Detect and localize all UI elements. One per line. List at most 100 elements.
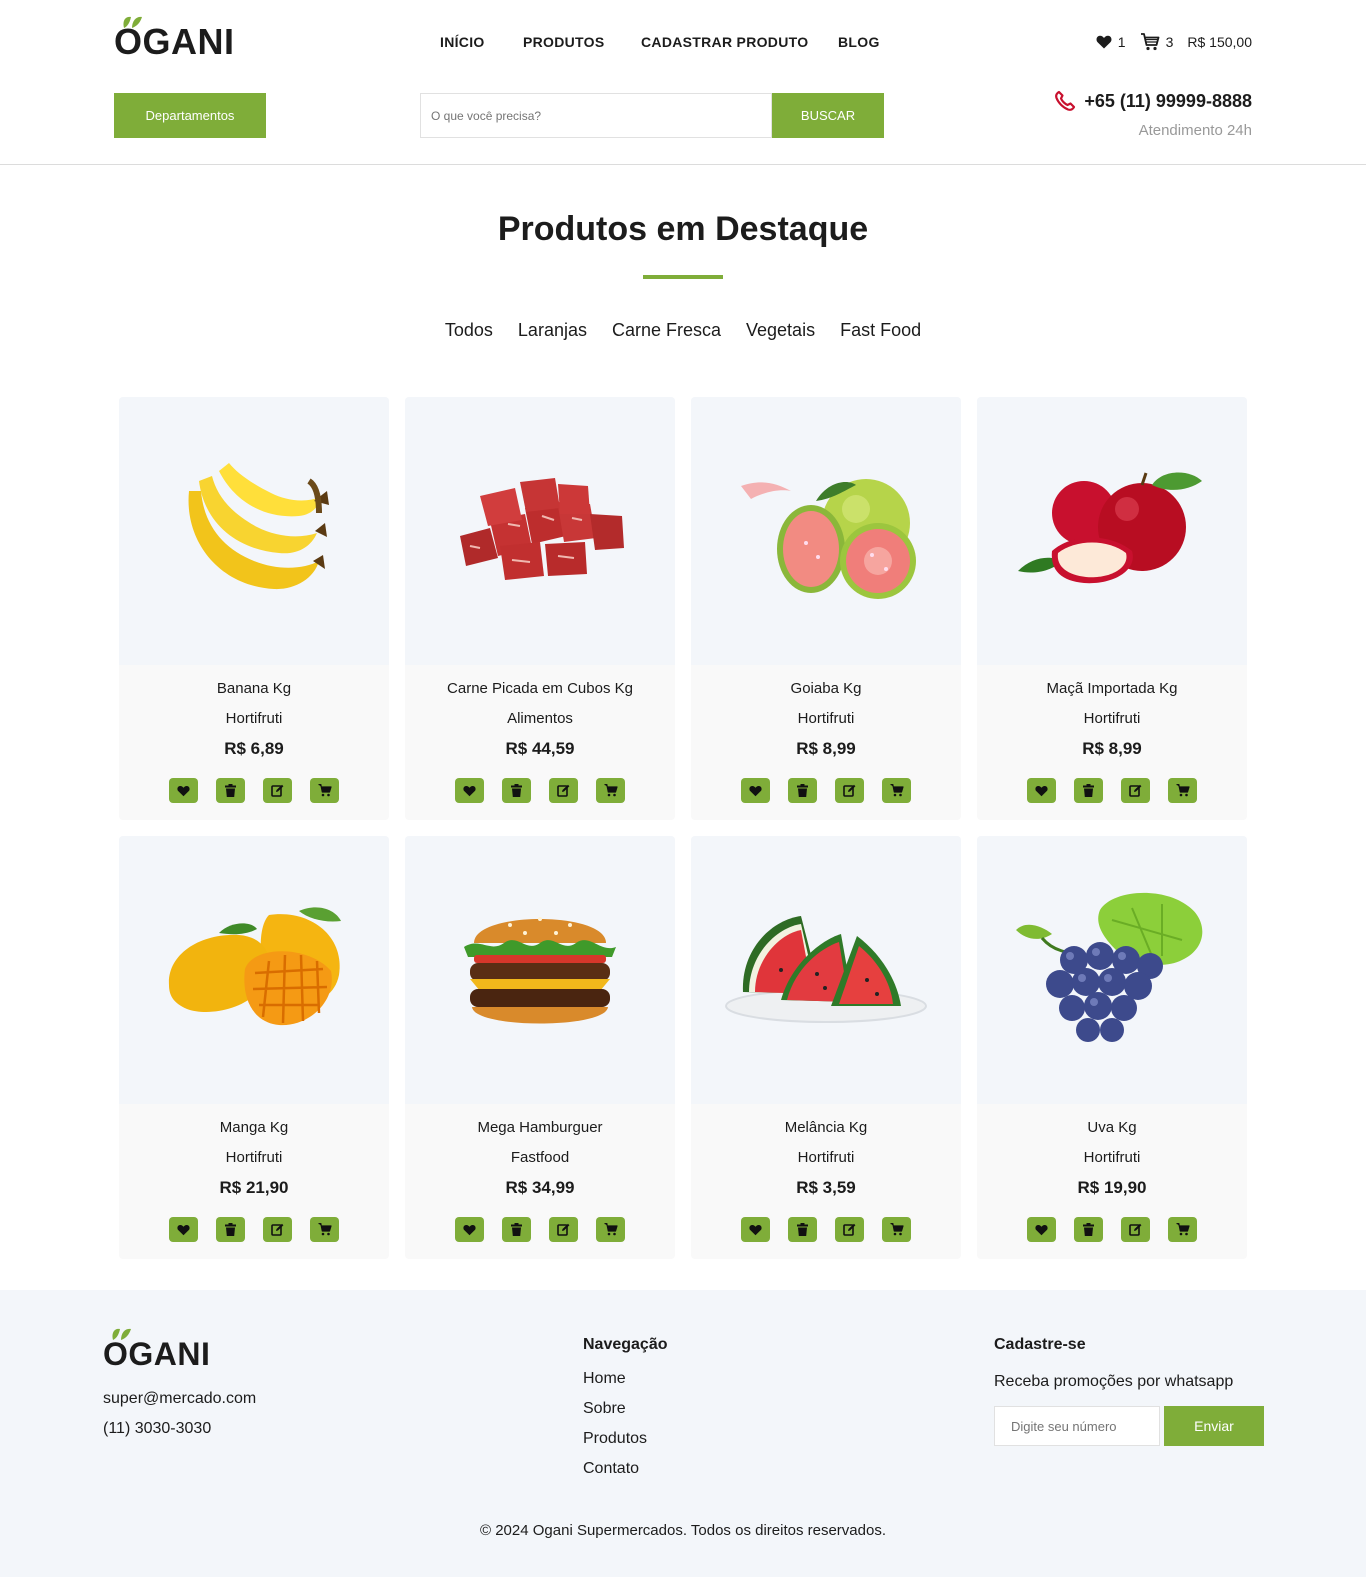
product-image[interactable] [977,836,1247,1104]
product-name[interactable]: Banana Kg [119,679,389,699]
phone-support: +65 (11) 99999-8888 Atendimento 24h [1054,88,1252,139]
footer-signup: Cadastre-se Receba promoções por whatsap… [994,1334,1264,1446]
title-underline [643,275,723,279]
product-name[interactable]: Manga Kg [119,1118,389,1138]
product-image[interactable] [119,397,389,665]
delete-button[interactable] [1074,778,1103,803]
add-to-cart-button[interactable] [596,778,625,803]
product-actions [119,1217,389,1242]
search-button[interactable]: BUSCAR [772,93,884,138]
product-name[interactable]: Mega Hamburguer [405,1118,675,1138]
nav-item-inicio[interactable]: INÍCIO [440,31,485,53]
delete-button[interactable] [1074,1217,1103,1242]
product-actions [977,778,1247,803]
trash-icon [1083,1223,1094,1236]
favorite-button[interactable] [741,1217,770,1242]
grapes-image [1016,892,1203,1042]
favorite-button[interactable] [455,1217,484,1242]
product-actions [119,778,389,803]
add-to-cart-button[interactable] [596,1217,625,1242]
add-to-cart-button[interactable] [882,778,911,803]
edit-button[interactable] [263,778,292,803]
favorite-button[interactable] [169,1217,198,1242]
favorite-button[interactable] [741,778,770,803]
wishlist-link[interactable]: 1 [1096,34,1126,50]
filter-laranjas[interactable]: Laranjas [518,320,587,341]
favorite-button[interactable] [1027,1217,1056,1242]
product-category: Fastfood [510,1149,570,1166]
delete-button[interactable] [502,1217,531,1242]
filter-carne-fresca[interactable]: Carne Fresca [612,320,721,341]
favorite-button[interactable] [455,778,484,803]
product-name[interactable]: Goiaba Kg [691,679,961,699]
footer-phone: (11) 3030-3030 [103,1420,212,1437]
heart-icon [749,785,762,796]
product-price: R$ 8,99 [796,739,856,758]
add-to-cart-button[interactable] [882,1217,911,1242]
edit-button[interactable] [1121,1217,1150,1242]
edit-button[interactable] [835,778,864,803]
section-title: Produtos em Destaque [497,210,869,248]
delete-button[interactable] [502,778,531,803]
add-to-cart-button[interactable] [1168,778,1197,803]
departments-button[interactable]: Departamentos [114,93,266,138]
edit-button[interactable] [1121,778,1150,803]
delete-button[interactable] [216,778,245,803]
edit-button[interactable] [835,1217,864,1242]
heart-icon [1096,35,1112,49]
product-image[interactable] [119,836,389,1104]
product-name[interactable]: Maçã Importada Kg [977,679,1247,699]
favorite-button[interactable] [1027,778,1056,803]
beef-cubes-image [460,478,624,580]
filter-vegetais[interactable]: Vegetais [746,320,815,341]
cart-icon [318,1223,332,1236]
footer-link-sobre[interactable]: Sobre [583,1394,668,1424]
product-image[interactable] [405,397,675,665]
delete-button[interactable] [788,1217,817,1242]
footer-link-contato[interactable]: Contato [583,1454,668,1484]
favorite-button[interactable] [169,778,198,803]
heart-icon [1035,785,1048,796]
product-category: Hortifruti [1083,1149,1141,1166]
product-actions [691,1217,961,1242]
whatsapp-input[interactable] [994,1406,1160,1446]
footer-logo[interactable]: OGANI [103,1328,213,1372]
product-image[interactable] [405,836,675,1104]
delete-button[interactable] [788,778,817,803]
add-to-cart-button[interactable] [1168,1217,1197,1242]
product-price: R$ 6,89 [224,739,284,758]
nav-item-cadastrar-produto[interactable]: CADASTRAR PRODUTO [641,31,808,53]
add-to-cart-button[interactable] [310,778,339,803]
product-image[interactable] [691,397,961,665]
filter-todos[interactable]: Todos [445,320,493,341]
add-to-cart-button[interactable] [310,1217,339,1242]
cart-icon [1176,1223,1190,1236]
search-input[interactable] [420,93,772,138]
product-name[interactable]: Carne Picada em Cubos Kg [405,679,675,699]
product-category: Alimentos [507,710,573,727]
edit-icon [557,784,570,797]
heart-icon [177,785,190,796]
filter-fast-food[interactable]: Fast Food [840,320,921,341]
heart-icon [177,1224,190,1235]
cart-link[interactable]: 3 [1140,33,1173,51]
footer-email[interactable]: super@mercado.com [103,1384,256,1414]
delete-button[interactable] [216,1217,245,1242]
footer-brand-name: OGANI [103,1336,211,1372]
product-image[interactable] [691,836,961,1104]
signup-button[interactable]: Enviar [1164,1406,1264,1446]
edit-button[interactable] [263,1217,292,1242]
signup-text: Receba promoções por whatsapp [994,1373,1234,1390]
footer-link-home[interactable]: Home [583,1364,668,1394]
product-card: Manga Kg Hortifruti R$ 21,90 [119,836,389,1259]
edit-icon [843,1223,856,1236]
footer-link-produtos[interactable]: Produtos [583,1424,668,1454]
nav-item-blog[interactable]: BLOG [838,31,880,53]
product-image[interactable] [977,397,1247,665]
copyright: © 2024 Ogani Supermercados. Todos os dir… [480,1522,886,1539]
edit-button[interactable] [549,1217,578,1242]
product-name[interactable]: Melância Kg [691,1118,961,1138]
edit-button[interactable] [549,778,578,803]
nav-item-produtos[interactable]: PRODUTOS [523,31,605,53]
product-name[interactable]: Uva Kg [977,1118,1247,1138]
